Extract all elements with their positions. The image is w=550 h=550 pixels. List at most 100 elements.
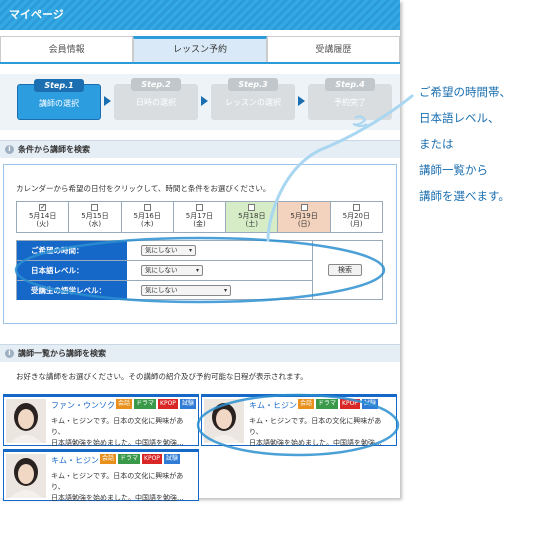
tag-exam: 試験 — [361, 399, 378, 409]
chevron-down-icon: ▾ — [188, 247, 192, 254]
tutor-desc-line: 日本語勉強を始めました。中国語を勉強... — [51, 494, 184, 502]
arrow-right-icon — [298, 96, 305, 106]
step-4: Step.4 予約完了 — [308, 78, 392, 120]
calendar-day[interactable]: 5月15日 (水) — [69, 202, 122, 232]
day-checkbox[interactable] — [248, 204, 256, 211]
arrow-right-icon — [104, 96, 111, 106]
tutor-tags: 会話 ドラマ KPOP 試験 — [100, 454, 180, 464]
tag-exam: 試験 — [163, 454, 180, 464]
calendar-day[interactable]: 5月17日 (金) — [173, 202, 227, 232]
tutor-name[interactable]: キム・ヒジン — [249, 400, 297, 411]
step-label: 予約完了 — [334, 98, 366, 107]
student-level-row: 受講生の語学レベル： 気にしない ▾ — [17, 281, 312, 301]
annotation-line: 日本語レベル、 — [419, 111, 500, 125]
tutor-desc-line: キム・ヒジンです。日本の文化に興味があり、 — [51, 417, 184, 436]
tutor-photo — [6, 399, 46, 443]
chevron-down-icon: ▾ — [195, 267, 199, 274]
annotation-note: ご希望の時間帯、 日本語レベル、 または 講師一覧から 講師を選べます。 — [419, 79, 549, 209]
tutor-name[interactable]: キム・ヒジン — [51, 455, 99, 466]
arrow-right-icon — [201, 96, 208, 106]
day-date: 5月16日 — [133, 212, 161, 220]
day-weekday: (水) — [88, 220, 102, 228]
day-checkbox[interactable] — [91, 204, 99, 211]
tab-lesson-booking[interactable]: レッスン予約 — [133, 36, 267, 62]
step-number: Step.2 — [131, 78, 181, 91]
student-level-label: 受講生の語学レベル： — [17, 281, 127, 300]
calendar-day[interactable]: 5月18日 (土) — [226, 202, 279, 232]
tutor-desc-line: 日本語勉強を始めました。中国語を勉強... — [51, 439, 184, 447]
info-icon: i — [5, 145, 14, 154]
tag-drama: ドラマ — [118, 454, 141, 464]
tutor-description: キム・ヒジンです。日本の文化に興味があり、 日本語勉強を始めました。中国語を勉強… — [51, 416, 196, 449]
tag-conversation: 会話 — [298, 399, 315, 409]
step-3: Step.3 レッスンの選択 — [211, 78, 295, 120]
time-row: ご希望の時間： 気にしない ▾ — [17, 241, 312, 261]
day-checkbox[interactable] — [195, 204, 203, 211]
mypage-panel: マイページ 会員情報 レッスン予約 受講履歴 Step.1 講師の選択 Step… — [0, 0, 400, 502]
section-title: 条件から講師を検索 — [18, 145, 90, 154]
info-icon: i — [5, 349, 14, 358]
step-2: Step.2 日時の選択 — [114, 78, 198, 120]
annotation-line: または — [419, 137, 454, 151]
japanese-level-label: 日本語レベル： — [17, 261, 127, 280]
tag-kpop: KPOP — [142, 454, 162, 464]
time-label: ご希望の時間： — [17, 241, 127, 260]
time-select-value: 気にしない — [145, 246, 178, 254]
tag-kpop: KPOP — [340, 399, 360, 409]
day-date: 5月18日 — [238, 212, 266, 220]
filter-instruction: カレンダーから希望の日付をクリックして、時間と条件をお選びください。 — [16, 184, 271, 193]
tag-conversation: 会話 — [116, 399, 133, 409]
calendar-day[interactable]: 5月19日 (日) — [278, 202, 331, 232]
step-number: Step.4 — [325, 78, 375, 91]
tag-conversation: 会話 — [100, 454, 117, 464]
day-checkbox[interactable] — [352, 204, 360, 211]
day-date: 5月14日 — [28, 212, 57, 220]
date-calendar: ✓ 5月14日 (火) 5月15日 (水) 5月16日 (木) 5月17日 (金… — [16, 201, 383, 233]
calendar-day[interactable]: 5月16日 (木) — [121, 202, 174, 232]
day-checkbox[interactable] — [143, 204, 151, 211]
step-label: 講師の選択 — [39, 99, 79, 108]
tag-exam: 試験 — [179, 399, 196, 409]
day-date: 5月17日 — [185, 212, 214, 220]
tutor-card[interactable]: キム・ヒジン 会話 ドラマ KPOP 試験 キム・ヒジンです。日本の文化に興味が… — [201, 394, 397, 447]
step-indicator: Step.1 講師の選択 Step.2 日時の選択 Step.3 レッスンの選択… — [0, 74, 400, 130]
tutor-desc-line: 日本語勉強を始めました。中国語を勉強... — [249, 439, 382, 447]
japanese-level-select[interactable]: 気にしない ▾ — [141, 265, 203, 276]
day-checkbox[interactable] — [300, 204, 308, 211]
japanese-level-row: 日本語レベル： 気にしない ▾ — [17, 261, 312, 281]
day-date: 5月15日 — [81, 212, 109, 220]
tag-kpop: KPOP — [158, 399, 178, 409]
step-number: Step.3 — [228, 78, 278, 91]
calendar-day[interactable]: 5月20日 (月) — [330, 202, 382, 232]
tutor-name[interactable]: ファン・ウンソク — [51, 400, 115, 411]
day-date: 5月19日 — [290, 212, 318, 220]
tab-member-info[interactable]: 会員情報 — [0, 36, 134, 62]
day-weekday: (木) — [140, 220, 154, 228]
annotation-line: ご希望の時間帯、 — [419, 85, 511, 99]
tutor-tags: 会話 ドラマ KPOP 試験 — [298, 399, 378, 409]
list-section-header: i 講師一覧から講師を検索 — [0, 344, 400, 362]
step-label: レッスンの選択 — [225, 98, 281, 107]
main-tabs: 会員情報 レッスン予約 受講履歴 — [0, 36, 400, 64]
search-cell: 検索 — [312, 241, 382, 299]
tutor-desc-line: キム・ヒジンです。日本の文化に興味があり、 — [249, 417, 382, 436]
tutor-card[interactable]: キム・ヒジン 会話 ドラマ KPOP 試験 キム・ヒジンです。日本の文化に興味が… — [3, 449, 199, 502]
tab-history[interactable]: 受講履歴 — [266, 36, 400, 62]
time-select[interactable]: 気にしない ▾ — [141, 245, 196, 256]
day-weekday: (火) — [36, 220, 49, 228]
day-checkbox[interactable]: ✓ — [39, 204, 47, 211]
tag-drama: ドラマ — [134, 399, 157, 409]
conditions-table: ご希望の時間： 気にしない ▾ 日本語レベル： 気にしない ▾ 受講生の語学レベ… — [16, 240, 383, 300]
search-button[interactable]: 検索 — [328, 264, 362, 276]
student-level-value: 気にしない — [145, 286, 178, 294]
tutor-card[interactable]: ファン・ウンソク 会話 ドラマ KPOP 試験 キム・ヒジンです。日本の文化に興… — [3, 394, 199, 449]
tutor-tags: 会話 ドラマ KPOP 試験 — [116, 399, 196, 409]
calendar-day[interactable]: ✓ 5月14日 (火) — [17, 202, 70, 232]
student-level-select[interactable]: 気にしない ▾ — [141, 285, 231, 296]
day-weekday: (金) — [193, 220, 206, 228]
filter-section-header: i 条件から講師を検索 — [0, 140, 400, 158]
list-instruction: お好きな講師をお選びください。その講師の紹介及び予約可能な日程が表示されます。 — [16, 372, 308, 381]
day-weekday: (土) — [245, 220, 258, 228]
tutor-desc-line: キム・ヒジンです。日本の文化に興味があり、 — [51, 472, 184, 491]
section-title: 講師一覧から講師を検索 — [18, 349, 106, 358]
